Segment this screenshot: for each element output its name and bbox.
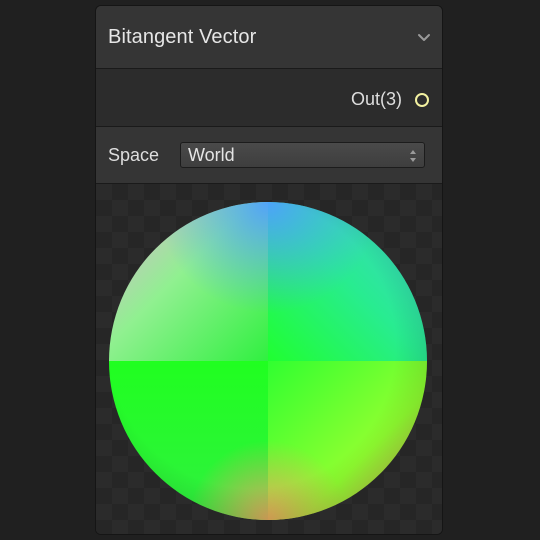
output-port-label: Out(3) — [350, 89, 402, 109]
up-down-arrows-icon — [409, 149, 417, 163]
space-dropdown-value: World — [188, 145, 235, 165]
bitangent-vector-node[interactable]: Bitangent Vector Out(3) Space World — [95, 5, 443, 535]
preview-area — [96, 184, 442, 534]
node-title: Bitangent Vector — [108, 26, 257, 48]
node-settings: Space World — [96, 127, 442, 184]
preview-sphere — [109, 202, 427, 520]
output-ports: Out(3) — [96, 69, 442, 127]
output-port-icon[interactable] — [415, 93, 429, 107]
space-label: Space — [108, 145, 160, 165]
node-header[interactable]: Bitangent Vector — [96, 6, 442, 69]
chevron-down-icon[interactable] — [416, 30, 432, 46]
space-dropdown[interactable]: World — [180, 142, 425, 168]
